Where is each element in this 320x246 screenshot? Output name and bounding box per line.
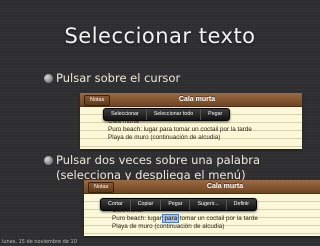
menu-suggest-button[interactable]: Sugerir... bbox=[190, 199, 227, 210]
notes-toolbar: Notas Cala murta bbox=[84, 180, 320, 194]
footer-date: lunes, 15 de noviembre de 10 bbox=[2, 239, 77, 245]
selected-word[interactable]: para bbox=[162, 214, 180, 223]
note-line[interactable]: Playa de muro (continuación de alcudia) bbox=[112, 223, 224, 231]
bullet-double-tap-word: Pulsar dos veces sobre una palabra (sele… bbox=[44, 153, 301, 183]
note-line[interactable]: Puro beach: lugar para tomar un coctail … bbox=[108, 126, 252, 134]
notes-toolbar: Notas Cala murta bbox=[80, 93, 302, 107]
bullet-text: Pulsar sobre el cursor bbox=[56, 71, 181, 85]
note-line[interactable]: Playa de muro (continuación de alcudia) bbox=[108, 134, 220, 142]
bullet-tap-cursor: Pulsar sobre el cursor bbox=[44, 71, 181, 86]
note-line[interactable]: Cala murta bbox=[108, 118, 139, 126]
bullet-dot-icon bbox=[44, 74, 53, 83]
bullet-text: Pulsar dos veces sobre una palabra (sele… bbox=[56, 153, 261, 182]
menu-select-all-button[interactable]: Seleccionar todo bbox=[147, 109, 202, 120]
notes-back-button[interactable]: Notas bbox=[88, 182, 115, 193]
text-before-selection: Puro beach: lugar bbox=[112, 215, 164, 222]
slide-title: Seleccionar texto bbox=[64, 24, 256, 48]
note-title: Cala murta bbox=[206, 183, 244, 190]
note-line[interactable]: Cala murta bbox=[112, 207, 143, 215]
text-after-selection: tomar un coctail por la tarde bbox=[178, 215, 258, 222]
menu-paste-button[interactable]: Pegar bbox=[161, 199, 191, 210]
notes-screenshot-1: Notas Cala murta Seleccionar Seleccionar… bbox=[80, 93, 302, 149]
menu-paste-button[interactable]: Pegar bbox=[201, 109, 229, 120]
note-line[interactable]: Puro beach: lugar para tomar un coctail … bbox=[112, 214, 258, 223]
notes-screenshot-2: Notas Cala murta Cortar Copiar Pegar Sug… bbox=[84, 180, 320, 236]
bullet-dot-icon bbox=[44, 156, 53, 165]
notes-back-button[interactable]: Notas bbox=[84, 95, 111, 106]
menu-define-button[interactable]: Definir bbox=[227, 199, 256, 210]
note-title: Cala murta bbox=[178, 96, 216, 103]
